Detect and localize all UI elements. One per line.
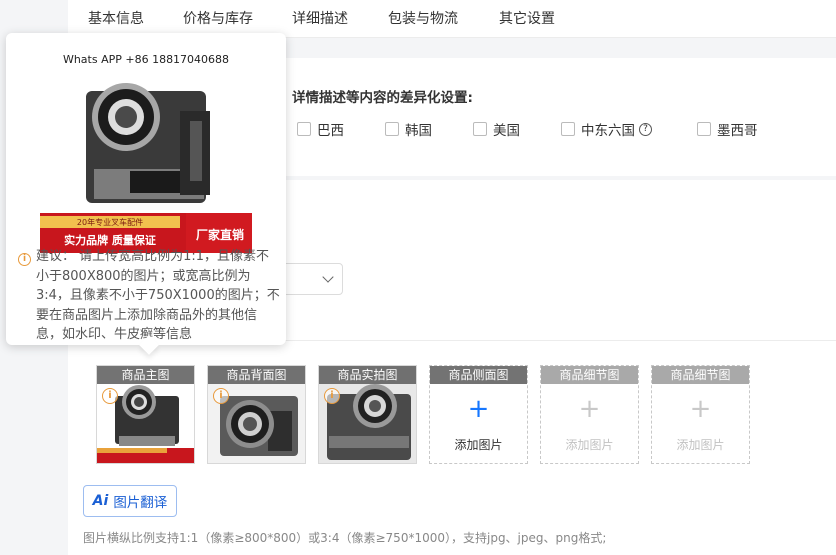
checkbox-box[interactable] bbox=[385, 122, 399, 136]
country-checkbox-brazil[interactable]: 巴西 bbox=[297, 119, 344, 139]
country-label: 韩国 bbox=[405, 123, 432, 139]
banner-mid-text: 实力品牌 质量保证 bbox=[64, 233, 156, 247]
checkbox-box[interactable] bbox=[297, 122, 311, 136]
diff-settings-title: 详情描述等内容的差异化设置: bbox=[292, 90, 473, 106]
plus-icon: + bbox=[467, 394, 490, 424]
info-warning-icon: i bbox=[18, 253, 31, 266]
info-warning-icon[interactable]: i bbox=[102, 388, 118, 404]
country-checkbox-korea[interactable]: 韩国 bbox=[385, 119, 432, 139]
country-checkbox-usa[interactable]: 美国 bbox=[473, 119, 520, 139]
question-icon[interactable]: ? bbox=[639, 122, 652, 136]
image-slot-detail-1[interactable]: 商品细节图 + 添加图片 bbox=[540, 365, 639, 464]
info-warning-icon[interactable]: i bbox=[324, 388, 340, 404]
image-slot-back[interactable]: 商品背面图 i bbox=[207, 365, 306, 464]
info-warning-icon[interactable]: i bbox=[213, 388, 229, 404]
country-checkbox-middle-east[interactable]: 中东六国 ? bbox=[561, 119, 652, 139]
country-label: 中东六国 bbox=[581, 123, 635, 139]
image-slot-detail-2[interactable]: 商品细节图 + 添加图片 bbox=[651, 365, 750, 464]
slot-label: 商品主图 bbox=[97, 366, 194, 384]
add-image-text: 添加图片 bbox=[454, 438, 503, 452]
plus-icon: + bbox=[578, 394, 601, 424]
slot-label: 商品侧面图 bbox=[430, 366, 527, 384]
slot-label: 商品实拍图 bbox=[319, 366, 416, 384]
tab-packaging-logistics[interactable]: 包装与物流 bbox=[388, 8, 458, 28]
add-image-text: 添加图片 bbox=[676, 438, 725, 452]
slot-label: 商品细节图 bbox=[541, 366, 638, 384]
slot-label: 商品细节图 bbox=[652, 366, 749, 384]
image-format-hint: 图片横纵比例支持1:1（像素≥800*800）或3:4（像素≥750*1000）… bbox=[83, 531, 607, 545]
plus-icon: + bbox=[689, 394, 712, 424]
product-preview-image: Whats APP +86 18817040688 20年专业叉车配件 实力品牌… bbox=[40, 41, 252, 253]
ai-icon: Ai bbox=[92, 493, 109, 509]
checkbox-box[interactable] bbox=[473, 122, 487, 136]
image-translate-label: 图片翻译 bbox=[113, 495, 168, 511]
upload-suggestion-text: 建议： 请上传宽高比例为1:1，且像素不小于800X800的图片；或宽高比例为3… bbox=[36, 249, 280, 342]
tab-basic-info[interactable]: 基本信息 bbox=[88, 8, 144, 28]
banner-top-text: 20年专业叉车配件 bbox=[77, 217, 143, 227]
chevron-down-icon bbox=[322, 271, 334, 283]
tab-detail-description[interactable]: 详细描述 bbox=[292, 8, 348, 28]
image-slot-side[interactable]: 商品侧面图 + 添加图片 bbox=[429, 365, 528, 464]
country-label: 美国 bbox=[493, 123, 520, 139]
image-translate-button[interactable]: Ai 图片翻译 bbox=[83, 485, 177, 517]
add-image-text: 添加图片 bbox=[565, 438, 614, 452]
whatsapp-contact: Whats APP +86 18817040688 bbox=[63, 53, 229, 66]
checkbox-box[interactable] bbox=[561, 122, 575, 136]
checkbox-box[interactable] bbox=[697, 122, 711, 136]
slot-label: 商品背面图 bbox=[208, 366, 305, 384]
country-label: 墨西哥 bbox=[717, 123, 758, 139]
tab-other-settings[interactable]: 其它设置 bbox=[499, 8, 555, 28]
country-label: 巴西 bbox=[317, 123, 344, 139]
country-checkbox-mexico[interactable]: 墨西哥 bbox=[697, 119, 758, 139]
image-slot-real[interactable]: 商品实拍图 i bbox=[318, 365, 417, 464]
tab-price-stock[interactable]: 价格与库存 bbox=[183, 8, 253, 28]
image-tip-popover: Whats APP +86 18817040688 20年专业叉车配件 实力品牌… bbox=[6, 33, 286, 355]
banner-side-text: 厂家直销 bbox=[196, 227, 244, 242]
image-slot-main[interactable]: 商品主图 i bbox=[96, 365, 195, 464]
